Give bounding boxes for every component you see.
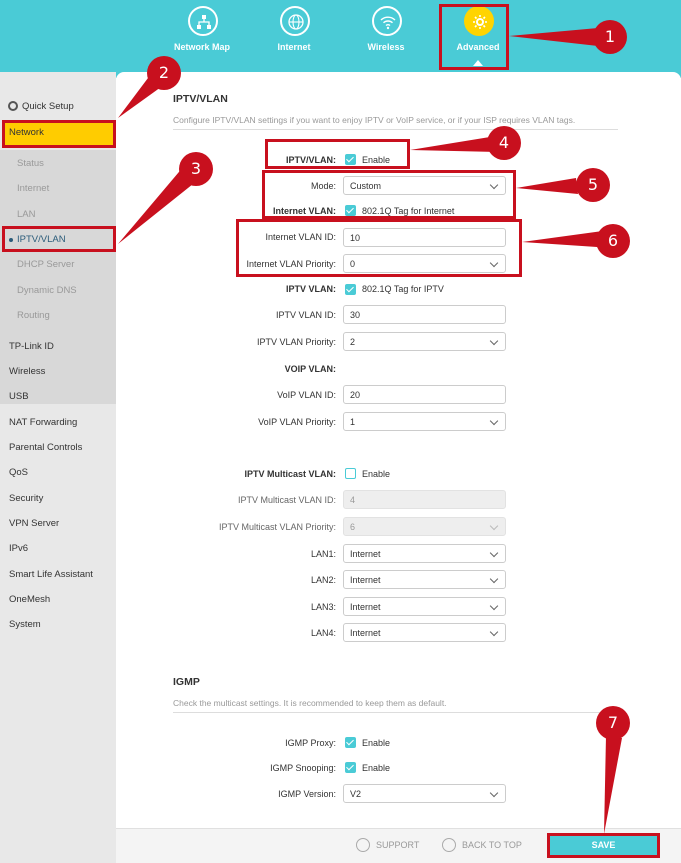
annotation-badge-2: 2: [147, 56, 181, 90]
annotation-badge-1: 1: [593, 20, 627, 54]
annotation-arrows: [118, 28, 622, 834]
annotation-badge-4: 4: [487, 126, 521, 160]
annotation-badge-7: 7: [596, 706, 630, 740]
annotation-badge-3: 3: [179, 152, 213, 186]
annotation-badge-5: 5: [576, 168, 610, 202]
annotation-badge-6: 6: [596, 224, 630, 258]
